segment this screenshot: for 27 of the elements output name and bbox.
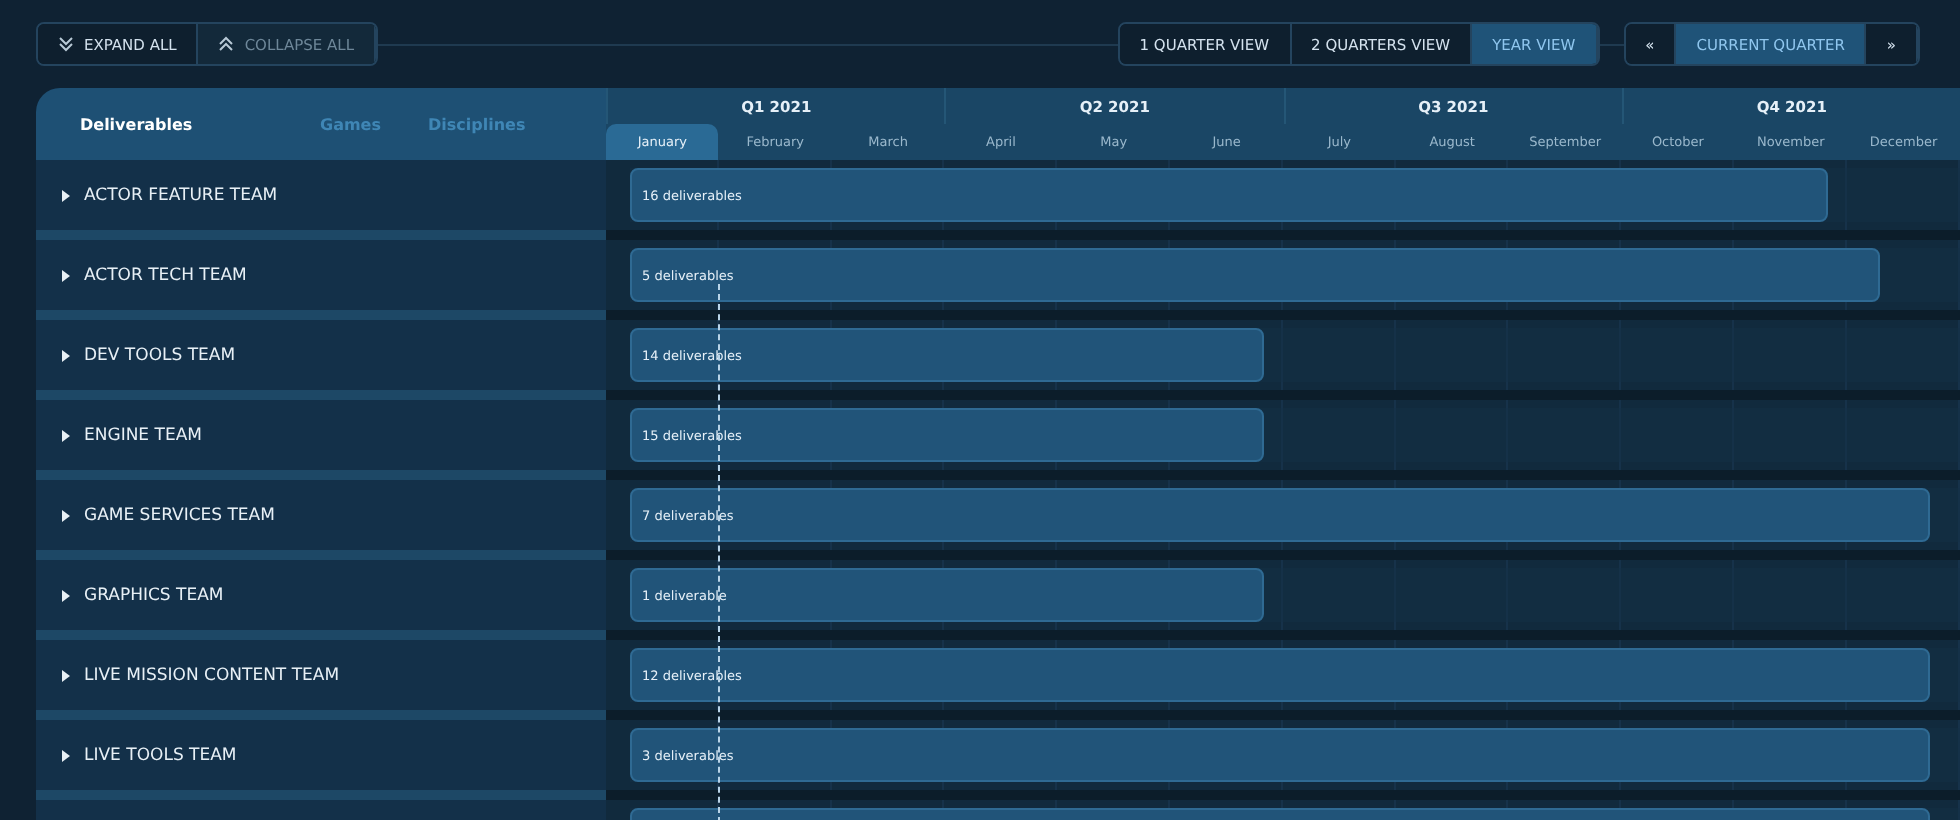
double-chevron-up-icon <box>218 36 235 52</box>
team-name: LIVE MISSION CONTENT TEAM <box>84 665 340 685</box>
team-row[interactable]: ENGINE TEAM <box>36 400 606 470</box>
team-row[interactable]: LIVE TOOLS TEAM <box>36 720 606 790</box>
team-row[interactable]: GRAPHICS TEAM <box>36 560 606 630</box>
caret-icon[interactable] <box>62 189 72 201</box>
team-name: ACTOR TECH TEAM <box>84 265 247 285</box>
caret-icon[interactable] <box>62 509 72 521</box>
team-row[interactable]: GAME SERVICES TEAM <box>36 480 606 550</box>
double-chevron-down-icon <box>58 36 74 52</box>
team-name: LIVE TOOLS TEAM <box>84 745 237 765</box>
caret-icon[interactable] <box>62 269 72 281</box>
team-row[interactable]: ACTOR TECH TEAM <box>36 240 606 310</box>
team-row[interactable]: LIVE MISSION CONTENT TEAM <box>36 640 606 710</box>
team-name: GRAPHICS TEAM <box>84 585 224 605</box>
team-row[interactable]: ACTOR FEATURE TEAM <box>36 160 606 230</box>
team-name: ACTOR FEATURE TEAM <box>84 185 278 205</box>
caret-icon[interactable] <box>62 669 72 681</box>
caret-icon[interactable] <box>62 349 72 361</box>
team-name: GAME SERVICES TEAM <box>84 505 275 525</box>
tab[interactable]: Deliverables <box>80 115 320 133</box>
caret-icon[interactable] <box>62 429 72 441</box>
team-row[interactable]: DEV TOOLS TEAM <box>36 320 606 390</box>
team-name: ENGINE TEAM <box>84 425 202 445</box>
caret-icon[interactable] <box>62 749 72 761</box>
caret-icon[interactable] <box>62 589 72 601</box>
team-name: DEV TOOLS TEAM <box>84 345 236 365</box>
